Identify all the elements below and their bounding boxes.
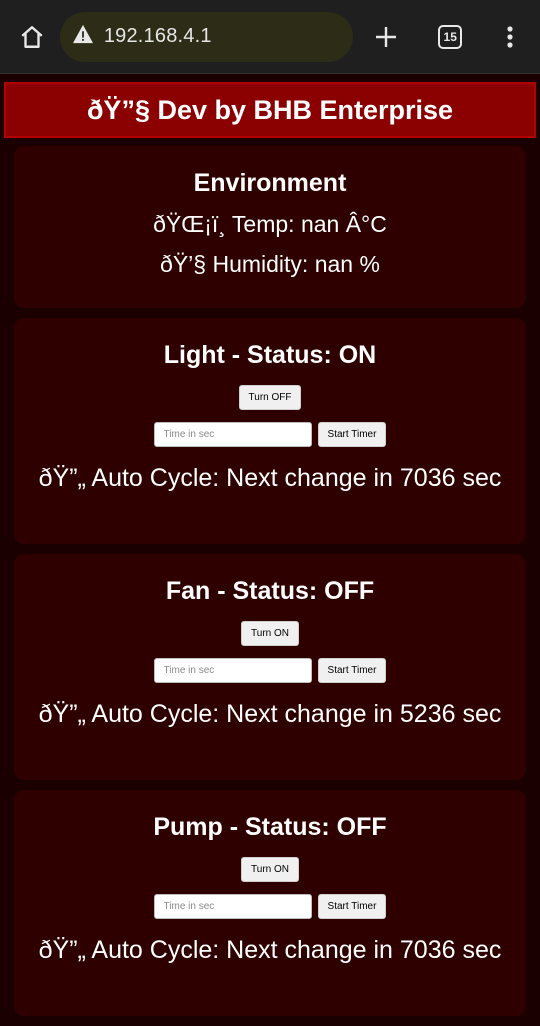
timer-input[interactable] xyxy=(153,894,312,919)
toggle-button[interactable]: Turn ON xyxy=(241,857,299,882)
address-bar[interactable]: 192.168.4.1 xyxy=(59,11,353,62)
device-status-title: Fan - Status: OFF xyxy=(165,577,375,605)
page-header: ðŸ”§ Dev by BHB Enterprise xyxy=(4,82,536,138)
device-status-title: Light - Status: ON xyxy=(163,341,377,369)
environment-title: Environment xyxy=(193,169,347,197)
home-icon[interactable] xyxy=(14,19,50,55)
start-timer-button[interactable]: Start Timer xyxy=(317,894,387,919)
toggle-button[interactable]: Turn ON xyxy=(241,621,299,646)
start-timer-button[interactable]: Start Timer xyxy=(317,422,387,447)
browser-toolbar: 192.168.4.1 15 xyxy=(0,0,540,74)
environment-card: Environment ðŸŒ¡ï¸ Temp: nan Â°C ðŸ’§ Hu… xyxy=(14,146,526,308)
tab-count: 15 xyxy=(438,24,463,49)
warning-icon[interactable] xyxy=(72,24,94,49)
tab-switcher-button[interactable]: 15 xyxy=(432,19,468,55)
toggle-button[interactable]: Turn OFF xyxy=(238,385,302,410)
more-menu-icon[interactable] xyxy=(492,19,528,55)
device-card-fan: Fan - Status: OFF Turn ON Start Timer ðŸ… xyxy=(14,554,526,780)
auto-cycle-text: ðŸ”„ Auto Cycle: Next change in 7036 sec xyxy=(38,936,502,964)
new-tab-icon[interactable] xyxy=(369,19,405,55)
page-content: ðŸ”§ Dev by BHB Enterprise Environment ð… xyxy=(0,74,540,1016)
timer-row: Start Timer xyxy=(14,422,526,447)
temperature-reading: ðŸŒ¡ï¸ Temp: nan Â°C xyxy=(153,211,387,237)
humidity-reading: ðŸ’§ Humidity: nan % xyxy=(160,251,380,277)
timer-row: Start Timer xyxy=(14,894,526,919)
device-card-pump: Pump - Status: OFF Turn ON Start Timer ð… xyxy=(14,790,526,1016)
device-status-title: Pump - Status: OFF xyxy=(153,813,387,841)
timer-input[interactable] xyxy=(153,658,312,683)
auto-cycle-text: ðŸ”„ Auto Cycle: Next change in 7036 sec xyxy=(38,464,502,492)
timer-input[interactable] xyxy=(153,422,312,447)
device-card-light: Light - Status: ON Turn OFF Start Timer … xyxy=(14,318,526,544)
start-timer-button[interactable]: Start Timer xyxy=(317,658,387,683)
url-text[interactable]: 192.168.4.1 xyxy=(104,25,212,48)
timer-row: Start Timer xyxy=(14,658,526,683)
auto-cycle-text: ðŸ”„ Auto Cycle: Next change in 5236 sec xyxy=(38,700,502,728)
